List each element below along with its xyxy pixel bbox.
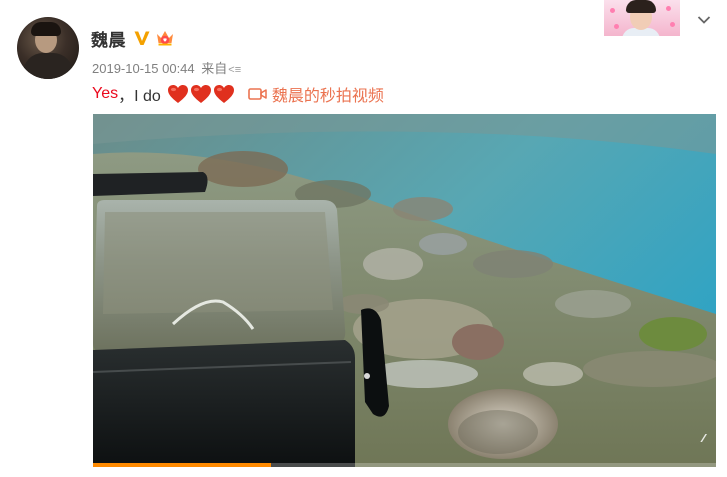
post-source-app[interactable]: <≡ [228,64,241,76]
post-text-ido: ，I do [118,88,161,105]
video-progress-track[interactable] [93,463,716,467]
video-camera-icon [248,88,267,100]
chevron-down-icon[interactable] [697,15,711,25]
post-source-label: 来自 [201,61,228,76]
heart-icon [190,84,212,104]
user-avatar[interactable] [17,17,79,79]
heart-icon [213,84,235,104]
mini-avatar-image[interactable] [604,0,680,36]
video-link[interactable]: 魏晨的秒拍视频 [248,82,384,106]
video-corner-mark: ⁄⁄ [702,432,705,445]
post-header: 魏晨 [91,26,176,50]
heart-icon [167,84,189,104]
weibo-post-card: 魏晨 2019-10-15 00:44 来自<≡ Yes ，I do 魏晨的秒拍… [0,0,727,477]
verified-v-icon[interactable] [133,29,151,47]
video-player[interactable]: ⁄⁄ [93,114,716,467]
heart-emoji-group [167,84,235,104]
post-timestamp[interactable]: 2019-10-15 00:44 [92,61,195,76]
video-progress-fill [93,463,271,467]
post-meta: 2019-10-15 00:44 来自<≡ [92,58,241,77]
username[interactable]: 魏晨 [91,26,126,51]
post-content: Yes ，I do 魏晨的秒拍视频 [92,83,384,105]
post-text-yes: Yes [92,85,119,102]
video-frame-underwater-scene [93,114,716,467]
vip-crown-icon[interactable] [154,28,176,48]
video-link-text: 魏晨的秒拍视频 [271,88,384,105]
